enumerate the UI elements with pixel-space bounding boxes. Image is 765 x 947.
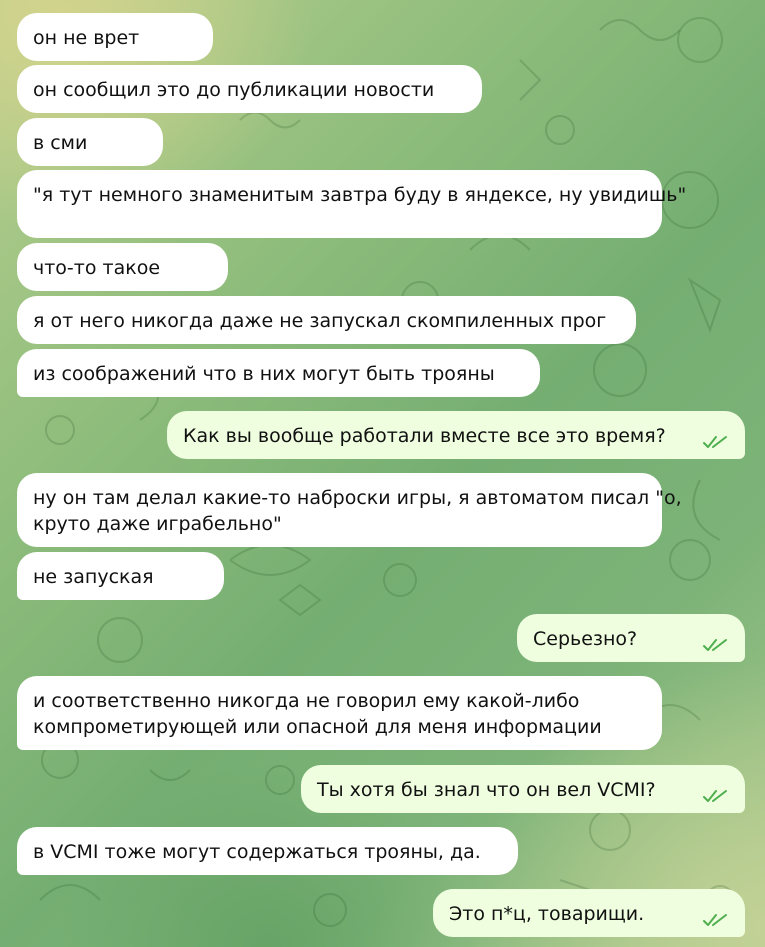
incoming-message[interactable]: не запуская [17, 552, 224, 600]
double-check-icon [703, 639, 727, 651]
incoming-message[interactable]: я от него никогда даже не запускал скомп… [17, 296, 636, 344]
message-text: он не врет [33, 27, 140, 49]
incoming-message[interactable]: "я тут немного знаменитым завтра буду в … [17, 170, 687, 238]
outgoing-message[interactable]: Ты хотя бы знал что он вел VCMI? [301, 765, 745, 813]
chat-background: он не врет он сообщил это до публикации … [0, 0, 765, 947]
message-text: что-то такое [33, 257, 161, 279]
incoming-message[interactable]: в VCMI тоже могут содержаться трояны, да… [17, 827, 518, 875]
message-text: он сообщил это до публикации новости [33, 79, 435, 101]
incoming-message[interactable]: ну он там делал какие-то наброски игры, … [17, 473, 682, 547]
message-text-line: компрометирующей или опасной для меня ин… [33, 716, 602, 738]
message-text: из соображений что в них могут быть троя… [33, 363, 495, 385]
incoming-message[interactable]: что-то такое [17, 243, 228, 291]
message-text: в сми [33, 132, 88, 154]
incoming-message[interactable]: и соответственно никогда не говорил ему … [17, 676, 662, 750]
message-text-line: круто даже играбельно" [33, 513, 282, 535]
message-text: Серьезно? [533, 628, 638, 650]
incoming-message[interactable]: он сообщил это до публикации новости [17, 65, 482, 113]
message-text-line: и соответственно никогда не говорил ему … [33, 690, 580, 712]
outgoing-message[interactable]: Серьезно? [517, 614, 745, 662]
message-text: не запуская [33, 566, 154, 588]
message-text: Ты хотя бы знал что он вел VCMI? [317, 779, 656, 801]
double-check-icon [703, 790, 727, 802]
message-text: "я тут немного знаменитым завтра буду в … [33, 184, 687, 206]
outgoing-message[interactable]: Как вы вообще работали вместе все это вр… [167, 411, 745, 459]
message-text: Как вы вообще работали вместе все это вр… [183, 425, 666, 447]
message-text-line: ну он там делал какие-то наброски игры, … [33, 487, 682, 509]
message-text: я от него никогда даже не запускал скомп… [33, 310, 607, 332]
message-text: Это п*ц, товарищи. [449, 903, 645, 925]
incoming-message[interactable]: из соображений что в них могут быть троя… [17, 349, 540, 397]
double-check-icon [703, 914, 727, 926]
incoming-message[interactable]: он не врет [17, 13, 213, 61]
double-check-icon [703, 436, 727, 448]
outgoing-message[interactable]: Это п*ц, товарищи. [433, 889, 745, 937]
incoming-message[interactable]: в сми [17, 118, 163, 166]
message-text: в VCMI тоже могут содержаться трояны, да… [33, 841, 481, 863]
